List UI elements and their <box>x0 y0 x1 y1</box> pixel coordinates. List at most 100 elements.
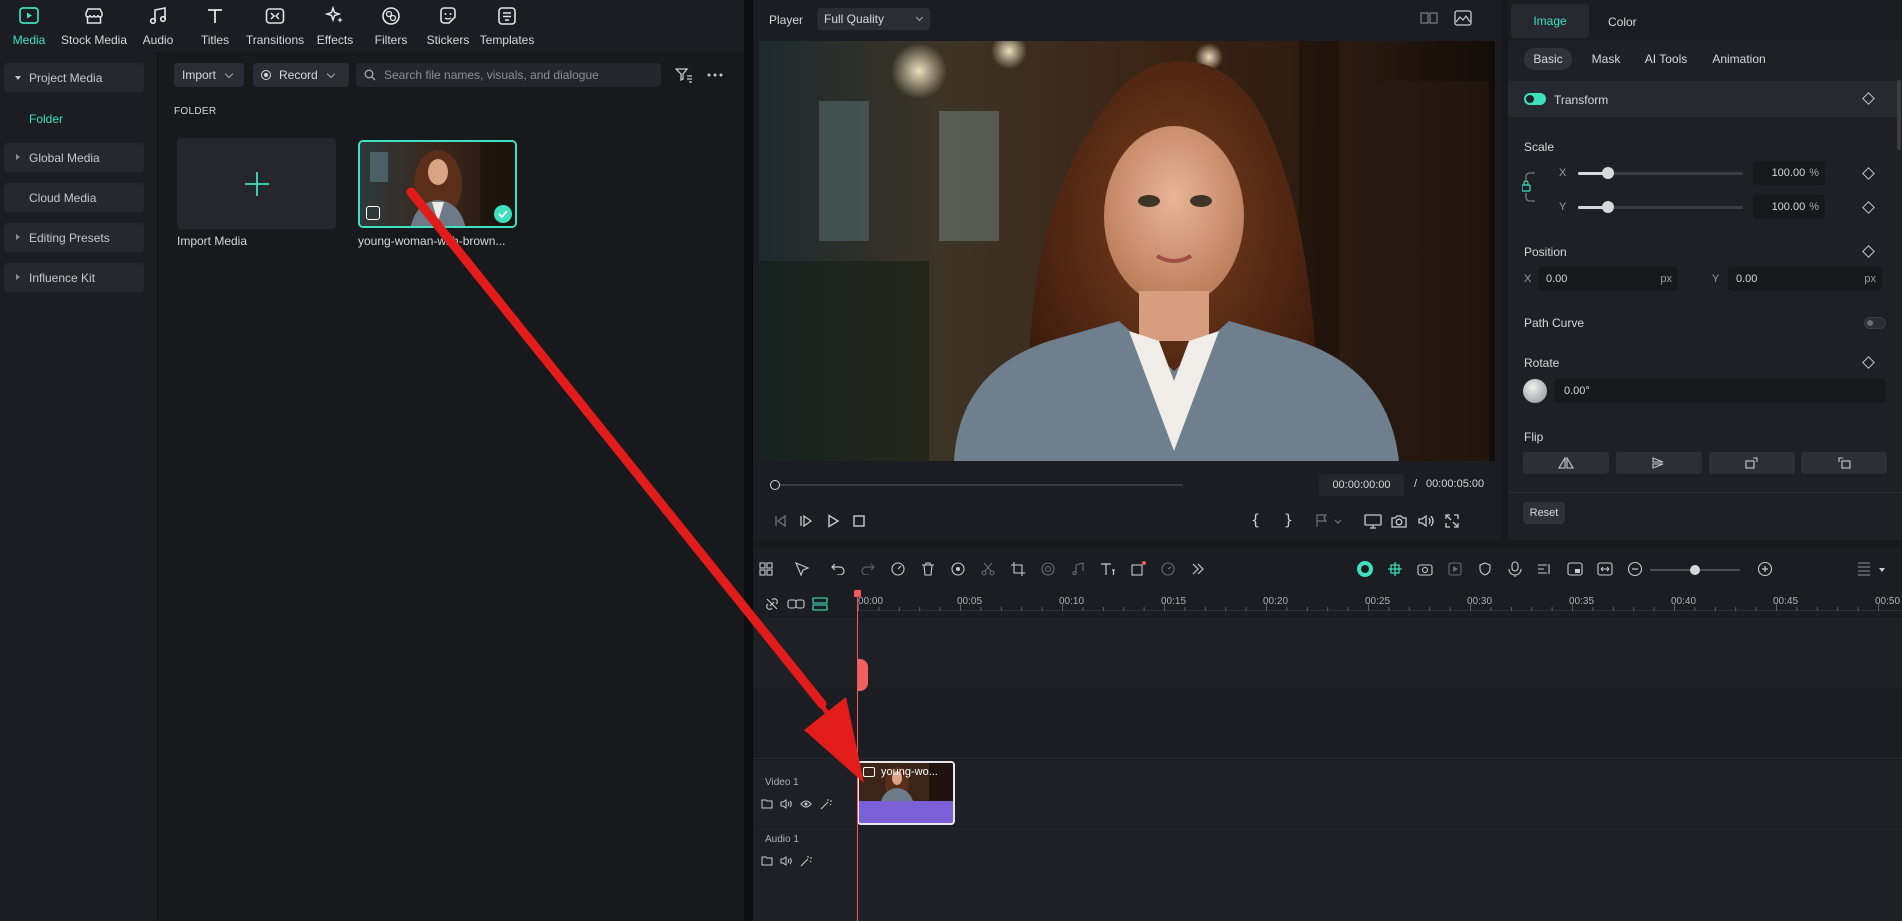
render-preview-icon[interactable] <box>1416 560 1434 578</box>
snapping-icon[interactable] <box>1386 560 1404 578</box>
scale-x-field[interactable]: 100.00 % <box>1753 161 1825 185</box>
split-icon[interactable] <box>979 560 997 578</box>
media-search-box[interactable] <box>356 63 661 87</box>
more-tools-icon[interactable] <box>1189 560 1207 578</box>
folder-icon[interactable] <box>758 795 776 813</box>
rotate-dial[interactable] <box>1523 379 1547 403</box>
crop-icon[interactable] <box>1009 560 1027 578</box>
select-tool-icon[interactable] <box>793 560 811 578</box>
tab-image[interactable]: Image <box>1511 4 1589 38</box>
path-curve-toggle[interactable] <box>1864 317 1886 329</box>
snapshot-icon[interactable] <box>1390 513 1408 529</box>
panel-divider[interactable] <box>744 0 753 921</box>
subtab-animation[interactable]: Animation <box>1704 48 1774 70</box>
audio-tool-icon[interactable] <box>1069 560 1087 578</box>
subtab-mask[interactable]: Mask <box>1585 48 1627 70</box>
previous-frame-icon[interactable] <box>772 513 788 529</box>
fit-timeline-icon[interactable] <box>1596 560 1614 578</box>
flip-horizontal-button[interactable] <box>1523 452 1609 474</box>
import-media-tile[interactable] <box>177 138 336 229</box>
microphone-icon[interactable] <box>1506 560 1524 578</box>
shape-tool-icon[interactable] <box>1129 560 1147 578</box>
shield-icon[interactable] <box>1476 560 1494 578</box>
playback-progress-track[interactable] <box>773 484 1183 486</box>
grid-view-icon[interactable] <box>1420 11 1438 25</box>
zoom-slider-knob[interactable] <box>1690 565 1700 575</box>
media-clip-thumbnail[interactable] <box>358 140 517 228</box>
sidebar-item-editing-presets[interactable]: Editing Presets <box>4 223 144 252</box>
playhead-expand-tab[interactable] <box>857 659 868 691</box>
marker-dropdown-icon[interactable] <box>1314 513 1342 529</box>
text-tool-icon[interactable] <box>1099 560 1117 578</box>
display-icon[interactable] <box>1364 513 1382 529</box>
next-frame-icon[interactable] <box>798 513 814 529</box>
delete-icon[interactable] <box>919 560 937 578</box>
ai-speed-icon[interactable] <box>889 560 907 578</box>
magic-wand-icon[interactable] <box>817 795 835 813</box>
sidebar-item-folder[interactable]: Folder <box>29 112 63 126</box>
eye-icon[interactable] <box>797 795 815 813</box>
more-options-icon[interactable] <box>705 65 725 85</box>
mark-out-icon[interactable]: } <box>1284 511 1293 529</box>
play-preview-icon[interactable] <box>1446 560 1464 578</box>
scale-x-slider-knob[interactable] <box>1601 167 1614 179</box>
subtab-ai-tools[interactable]: AI Tools <box>1638 48 1694 70</box>
sidebar-item-cloud-media[interactable]: Cloud Media <box>4 183 144 212</box>
reset-button[interactable]: Reset <box>1523 502 1565 524</box>
quality-dropdown[interactable]: Full Quality <box>817 8 930 30</box>
mask-tool-icon[interactable] <box>1039 560 1057 578</box>
magic-wand-icon[interactable] <box>797 852 815 870</box>
video-preview[interactable] <box>759 41 1495 461</box>
subtab-basic[interactable]: Basic <box>1524 48 1572 70</box>
sidebar-item-influence-kit[interactable]: Influence Kit <box>4 263 144 292</box>
position-y-field[interactable]: 0.00 px <box>1728 267 1882 291</box>
rotate-counterclockwise-button[interactable] <box>1801 452 1887 474</box>
sidebar-item-global-media[interactable]: Global Media <box>4 143 144 172</box>
speed-icon[interactable] <box>1159 560 1177 578</box>
search-input[interactable] <box>384 68 654 82</box>
layout-grid-icon[interactable] <box>757 560 775 578</box>
picture-in-picture-icon[interactable] <box>1566 560 1584 578</box>
properties-scrollbar[interactable] <box>1897 80 1901 150</box>
position-x-field[interactable]: 0.00 px <box>1538 267 1678 291</box>
rotate-field[interactable]: 0.00° <box>1554 379 1886 403</box>
link-off-icon[interactable] <box>763 595 781 613</box>
play-icon[interactable] <box>825 513 841 529</box>
track-layout-icon[interactable] <box>811 595 829 613</box>
folder-icon[interactable] <box>758 852 776 870</box>
sidebar-item-project-media[interactable]: Project Media <box>4 63 144 92</box>
scale-lock-icon[interactable] <box>1522 164 1536 210</box>
scale-y-slider-knob[interactable] <box>1601 201 1614 213</box>
scale-y-keyframe-icon[interactable] <box>1862 201 1875 214</box>
zoom-in-icon[interactable] <box>1756 560 1774 578</box>
filter-icon[interactable] <box>674 65 694 85</box>
redo-icon[interactable] <box>859 560 877 578</box>
transform-toggle[interactable] <box>1524 93 1546 105</box>
zoom-out-icon[interactable] <box>1626 560 1644 578</box>
timeline-settings-icon[interactable] <box>1855 560 1873 578</box>
speaker-icon[interactable] <box>777 852 795 870</box>
import-dropdown[interactable]: Import <box>174 63 244 87</box>
playback-progress-knob[interactable] <box>770 480 780 490</box>
scale-y-field[interactable]: 100.00 % <box>1753 195 1825 219</box>
volume-icon[interactable] <box>1417 513 1435 529</box>
speaker-icon[interactable] <box>777 795 795 813</box>
current-time-field[interactable]: 00:00:00:00 <box>1319 474 1404 496</box>
record-dropdown[interactable]: Record <box>253 63 349 87</box>
audio-mixer-icon[interactable] <box>1536 560 1554 578</box>
flip-vertical-button[interactable] <box>1616 452 1702 474</box>
mark-in-icon[interactable]: { <box>1251 511 1260 529</box>
timeline-video-clip[interactable]: young-wo... <box>857 761 955 825</box>
ai-audio-icon[interactable] <box>1356 560 1374 578</box>
toolbar-templates-button[interactable]: Templates <box>467 4 547 47</box>
scale-x-keyframe-icon[interactable] <box>1862 167 1875 180</box>
fullscreen-icon[interactable] <box>1444 513 1460 529</box>
ai-cutout-icon[interactable] <box>949 560 967 578</box>
group-link-icon[interactable] <box>787 595 805 613</box>
caret-down-icon[interactable] <box>1879 568 1885 572</box>
undo-icon[interactable] <box>829 560 847 578</box>
position-keyframe-icon[interactable] <box>1862 245 1875 258</box>
tab-color[interactable]: Color <box>1608 15 1637 29</box>
image-icon[interactable] <box>1454 10 1472 26</box>
rotate-keyframe-icon[interactable] <box>1862 356 1875 369</box>
